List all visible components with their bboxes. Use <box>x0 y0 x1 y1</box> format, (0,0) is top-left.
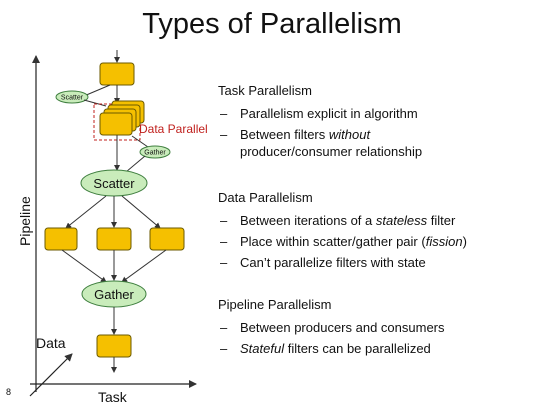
filter-top <box>99 62 135 86</box>
filter-copy-1 <box>99 112 133 136</box>
bullet-text: filters can be parallelized <box>284 341 431 356</box>
bullet-text-italic: without <box>328 127 371 142</box>
task-bullet-1: – Parallelism explicit in algorithm <box>220 105 418 122</box>
section-task-heading: Task Parallelism <box>218 83 312 98</box>
bullet-dash: – <box>220 255 228 270</box>
edge-scatter-right <box>121 195 161 229</box>
bullet-text-italic: Stateful <box>240 341 285 356</box>
bullet-text: Between iterations of a <box>240 213 376 228</box>
bullet-text: producer/consumer relationship <box>240 144 423 159</box>
data-axis-label: Data <box>36 335 66 351</box>
bullet-text: filter <box>427 213 456 228</box>
data-bullet-1: – Between iterations of a stateless filte… <box>220 212 456 229</box>
data-bullet-3: – Can’t parallelize filters with state <box>220 254 426 271</box>
edge-left-to-gather <box>61 249 107 283</box>
section-data-heading: Data Parallelism <box>218 190 313 205</box>
filter-left <box>44 227 78 251</box>
bullet-text: Can’t parallelize filters with state <box>240 255 426 270</box>
filter-bottom <box>96 334 132 358</box>
data-parallel-label: Data Parallel <box>139 122 208 136</box>
edge-group-to-small-gather <box>131 135 149 148</box>
bullet-dash: – <box>220 320 228 335</box>
section-pipeline-heading: Pipeline Parallelism <box>218 297 332 312</box>
bullet-dash: – <box>220 234 228 249</box>
bullet-text: Parallelism explicit in algorithm <box>240 106 418 121</box>
pipeline-bullet-1: – Between producers and consumers <box>220 319 445 336</box>
page-number: 8 <box>6 387 12 397</box>
bullet-text: Between filters <box>240 127 329 142</box>
edge-scatter-left <box>65 195 107 229</box>
task-bullet-2-cont: producer/consumer relationship <box>240 143 422 160</box>
bullet-text-italic: fission <box>425 234 463 249</box>
bullet-text: ) <box>462 234 467 249</box>
small-gather-label: Gather <box>144 150 166 157</box>
bullet-text: Place within scatter/gather pair ( <box>240 234 426 249</box>
bullet-text: Between producers and consumers <box>240 320 445 335</box>
edge-right-to-gather <box>121 249 167 283</box>
task-axis-label: Task <box>98 389 128 405</box>
gather-label: Gather <box>94 287 134 302</box>
bullet-dash: – <box>220 127 228 142</box>
filter-mid <box>96 227 132 251</box>
bullet-dash: – <box>220 106 228 121</box>
bullet-dash: – <box>220 341 228 356</box>
scatter-label: Scatter <box>93 176 135 191</box>
bullet-dash: – <box>220 213 228 228</box>
filter-right <box>149 227 185 251</box>
data-bullet-2: – Place within scatter/gather pair (fissi… <box>220 233 467 250</box>
bullet-text-italic: stateless <box>375 213 428 228</box>
edge-top-to-small-scatter <box>83 84 111 97</box>
edge-small-gather-to-scatter <box>125 155 146 173</box>
edge-small-scatter-to-group <box>83 99 107 107</box>
slide: Types of Parallelism Pipeline Task Data … <box>0 0 544 408</box>
small-scatter-label: Scatter <box>61 95 84 102</box>
task-bullet-2: – Between filters without <box>220 126 371 143</box>
pipeline-axis-label: Pipeline <box>17 196 33 246</box>
pipeline-bullet-2: – Stateful filters can be parallelized <box>220 340 431 357</box>
